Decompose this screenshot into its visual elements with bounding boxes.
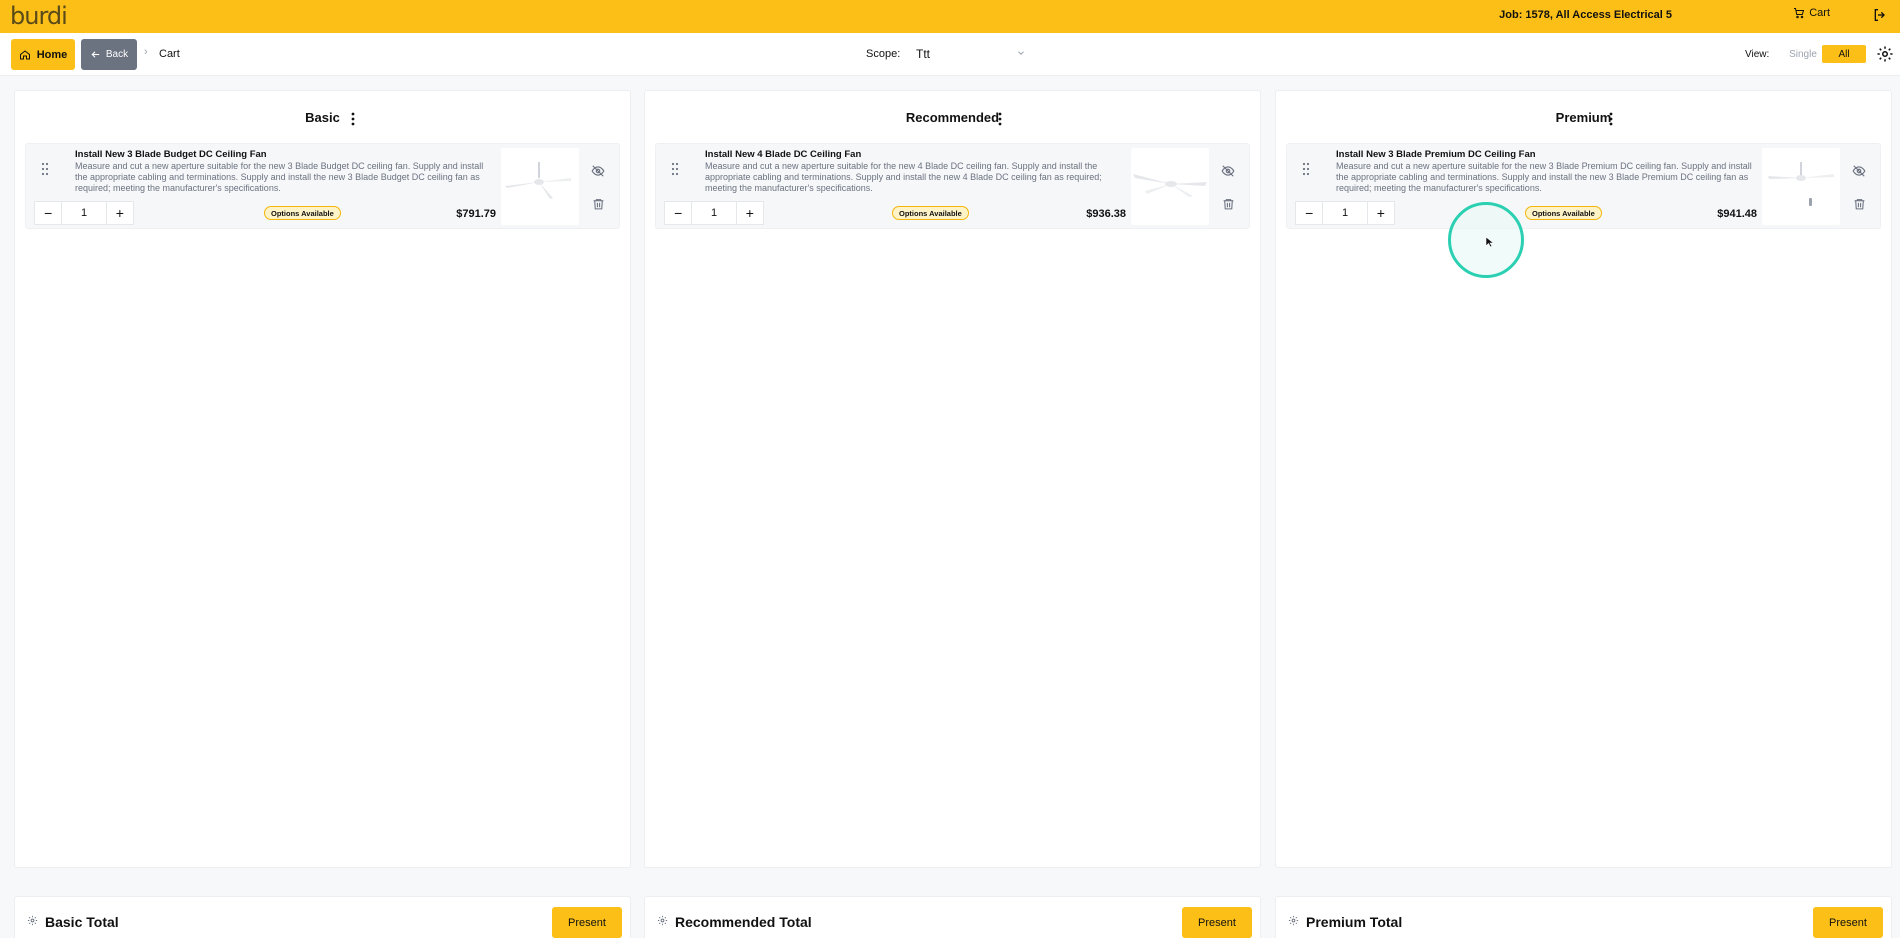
- kebab-menu-icon[interactable]: [348, 111, 358, 127]
- total-label: Premium Total: [1306, 914, 1403, 930]
- back-button-label: Back: [105, 49, 129, 60]
- item-price: $936.38: [1086, 208, 1126, 220]
- column-recommended: Recommended Install New 4 Blade DC Ceili…: [644, 90, 1261, 868]
- options-available-badge[interactable]: Options Available: [892, 206, 969, 220]
- decrease-button[interactable]: −: [34, 201, 63, 225]
- eye-off-icon[interactable]: [1221, 164, 1235, 178]
- column-title: Recommended: [905, 110, 1000, 125]
- column-premium: Premium Install New 3 Blade Premium DC C…: [1275, 90, 1892, 868]
- toolbar: Home Back › Cart Scope: Ttt View: Single…: [0, 33, 1900, 76]
- scope-select-value: Ttt: [916, 47, 930, 61]
- quantity-value[interactable]: 1: [62, 201, 106, 225]
- item-title: Install New 3 Blade Budget DC Ceiling Fa…: [75, 149, 267, 160]
- total-label: Recommended Total: [675, 914, 812, 930]
- kebab-menu-icon[interactable]: [995, 111, 1005, 127]
- drag-handle-icon[interactable]: [1301, 162, 1311, 176]
- ceiling-fan-image[interactable]: [1762, 148, 1840, 225]
- increase-button[interactable]: +: [1366, 201, 1396, 225]
- app-logo[interactable]: burdi: [10, 2, 68, 30]
- recommended-total-panel: Recommended Total Present: [644, 896, 1261, 938]
- gear-icon[interactable]: [1876, 45, 1894, 63]
- trash-icon[interactable]: [1853, 197, 1866, 211]
- click-indicator: [1448, 202, 1524, 278]
- increase-button[interactable]: +: [105, 201, 135, 225]
- cart-item[interactable]: Install New 3 Blade Premium DC Ceiling F…: [1286, 143, 1881, 229]
- item-title: Install New 4 Blade DC Ceiling Fan: [705, 149, 862, 160]
- mouse-pointer-icon: [1485, 236, 1495, 248]
- view-label: View:: [1745, 49, 1770, 60]
- top-bar: burdi Job: 1578, All Access Electrical 5…: [0, 0, 1900, 33]
- logout-icon[interactable]: [1872, 7, 1888, 23]
- basic-total-panel: Basic Total Present: [14, 896, 631, 938]
- decrease-button[interactable]: −: [1295, 201, 1324, 225]
- chevron-down-icon: [1018, 51, 1024, 55]
- item-price: $941.48: [1717, 208, 1757, 220]
- total-label: Basic Total: [45, 914, 119, 930]
- drag-handle-icon[interactable]: [40, 162, 50, 176]
- trash-icon[interactable]: [592, 197, 605, 211]
- present-button[interactable]: Present: [552, 907, 622, 938]
- cart-icon: [1794, 8, 1805, 19]
- quantity-stepper: − 1 +: [664, 201, 765, 225]
- quantity-value[interactable]: 1: [692, 201, 736, 225]
- column-title: Premium: [1555, 110, 1612, 125]
- present-button[interactable]: Present: [1182, 907, 1252, 938]
- ceiling-fan-image[interactable]: [1131, 148, 1209, 225]
- item-description: Measure and cut a new aperture suitable …: [705, 161, 1102, 194]
- decrease-button[interactable]: −: [664, 201, 693, 225]
- home-button[interactable]: Home: [11, 39, 75, 70]
- gear-icon[interactable]: [657, 915, 668, 926]
- view-single-toggle[interactable]: Single: [1784, 45, 1822, 63]
- options-available-badge[interactable]: Options Available: [1525, 206, 1602, 220]
- breadcrumb-separator-icon: ›: [144, 46, 148, 58]
- kebab-menu-icon[interactable]: [1606, 111, 1616, 127]
- cart-item[interactable]: Install New 4 Blade DC Ceiling Fan Measu…: [655, 143, 1250, 229]
- cart-item[interactable]: Install New 3 Blade Budget DC Ceiling Fa…: [25, 143, 620, 229]
- ceiling-fan-image[interactable]: [501, 148, 579, 225]
- premium-total-panel: Premium Total Present: [1275, 896, 1892, 938]
- gear-icon[interactable]: [27, 915, 38, 926]
- home-icon: [19, 49, 30, 59]
- breadcrumb: Cart: [159, 48, 180, 60]
- column-title: Basic: [305, 110, 340, 125]
- back-button[interactable]: Back: [81, 39, 137, 70]
- quantity-stepper: − 1 +: [1295, 201, 1396, 225]
- item-title: Install New 3 Blade Premium DC Ceiling F…: [1336, 149, 1536, 160]
- eye-off-icon[interactable]: [591, 164, 605, 178]
- quantity-stepper: − 1 +: [34, 201, 135, 225]
- scope-select[interactable]: Ttt: [906, 41, 1036, 67]
- item-description: Measure and cut a new aperture suitable …: [75, 161, 484, 194]
- item-description: Measure and cut a new aperture suitable …: [1336, 161, 1752, 194]
- home-button-label: Home: [36, 48, 68, 61]
- drag-handle-icon[interactable]: [670, 162, 680, 176]
- trash-icon[interactable]: [1222, 197, 1235, 211]
- gear-icon[interactable]: [1288, 915, 1299, 926]
- cart-link-label: Cart: [1809, 7, 1830, 19]
- arrow-left-icon: [91, 51, 100, 58]
- item-price: $791.79: [456, 208, 496, 220]
- scope-label: Scope:: [866, 48, 901, 60]
- cart-link[interactable]: Cart: [1793, 7, 1830, 19]
- view-all-toggle[interactable]: All: [1822, 45, 1866, 63]
- quantity-value[interactable]: 1: [1323, 201, 1367, 225]
- column-basic: Basic Install New 3 Blade Budget DC Ceil…: [14, 90, 631, 868]
- increase-button[interactable]: +: [735, 201, 765, 225]
- options-available-badge[interactable]: Options Available: [264, 206, 341, 220]
- eye-off-icon[interactable]: [1852, 164, 1866, 178]
- present-button[interactable]: Present: [1813, 907, 1883, 938]
- job-label: Job: 1578, All Access Electrical 5: [1499, 9, 1672, 21]
